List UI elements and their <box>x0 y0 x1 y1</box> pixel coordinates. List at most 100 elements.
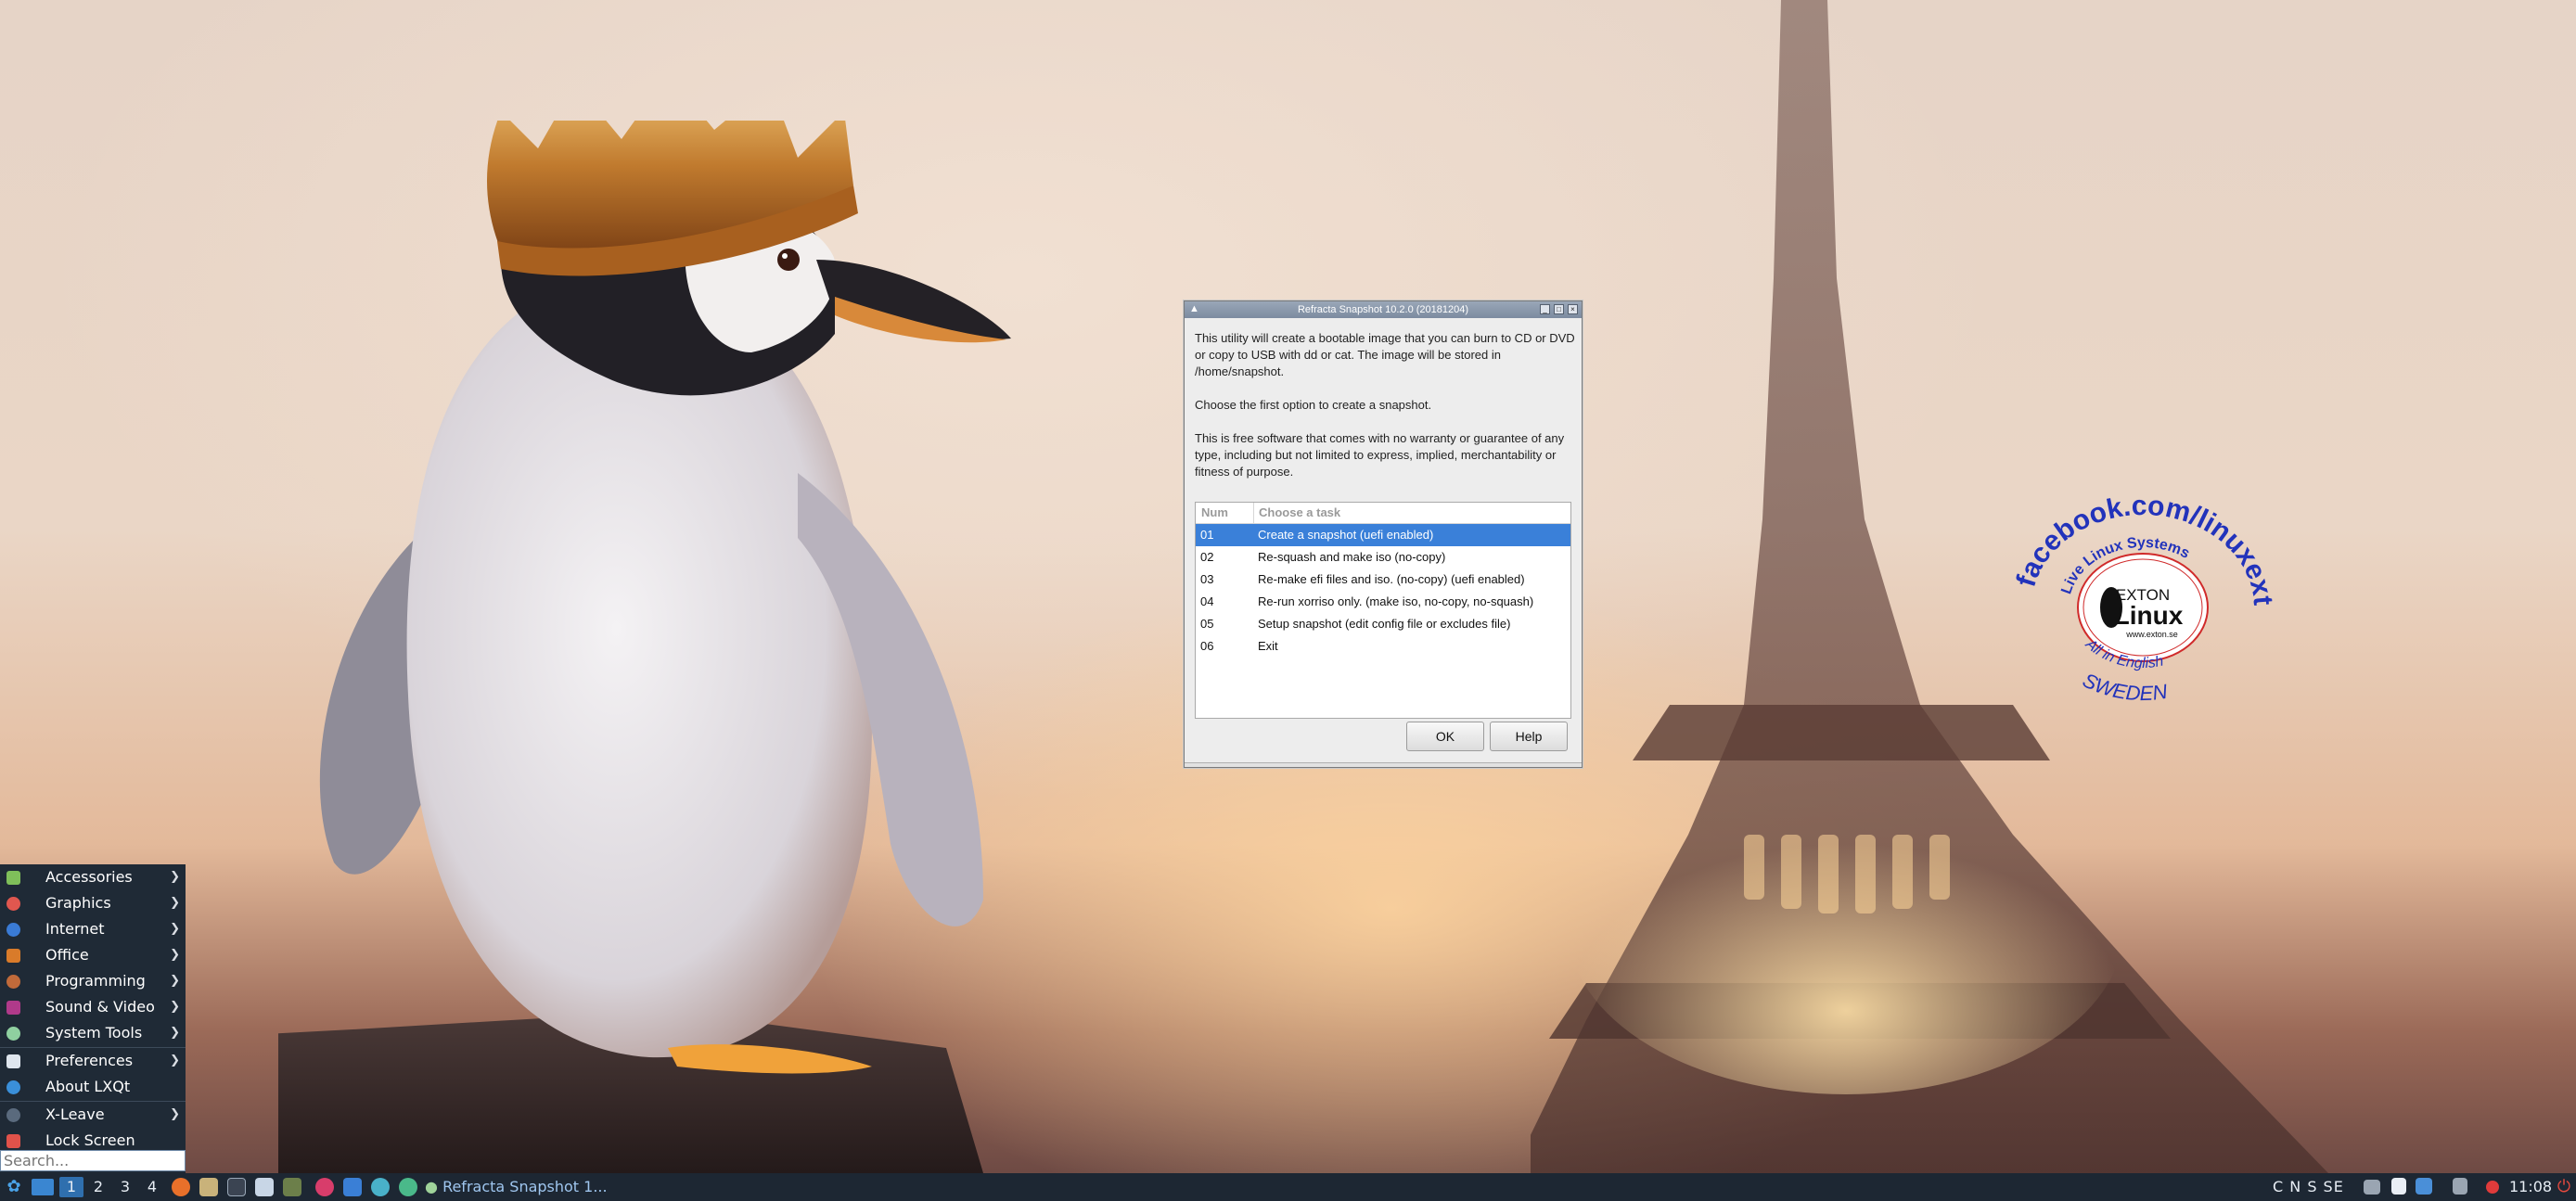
crowned-penguin-illustration <box>278 121 1011 1173</box>
internet-icon <box>6 923 20 937</box>
task-row[interactable]: 06 Exit <box>1196 635 1570 658</box>
sound-video-icon <box>6 1001 20 1015</box>
task-num: 01 <box>1200 528 1214 542</box>
task-num: 03 <box>1200 572 1214 586</box>
task-row[interactable]: 02 Re-squash and make iso (no-copy) <box>1196 546 1570 569</box>
chevron-right-icon: ❯ <box>170 922 180 936</box>
task-list[interactable]: Num Choose a task 01 Create a snapshot (… <box>1195 502 1571 719</box>
task-label: Exit <box>1258 639 1278 653</box>
workspace-2[interactable]: 2 <box>86 1177 110 1197</box>
clock[interactable]: 11:08 <box>2509 1177 2552 1197</box>
task-row[interactable]: 04 Re-run xorriso only. (make iso, no-co… <box>1196 591 1570 613</box>
start-menu[interactable]: Accessories ❯ Graphics ❯ Internet ❯ Offi… <box>0 864 186 1173</box>
menu-item-label: Accessories <box>45 868 133 886</box>
office-icon <box>6 949 20 963</box>
alert-icon[interactable] <box>2486 1181 2499 1194</box>
preferences-icon <box>6 1054 20 1068</box>
badge-arc-bottom: SWEDEN <box>2079 668 2169 705</box>
about-lxqt-icon <box>6 1080 20 1094</box>
accessories-icon <box>6 871 20 885</box>
menu-item-about-lxqt[interactable]: About LXQt <box>0 1074 186 1100</box>
column-header-num[interactable]: Num <box>1201 505 1228 519</box>
chevron-right-icon: ❯ <box>170 870 180 884</box>
task-button-refracta[interactable]: ● Refracta Snapshot 1... <box>425 1177 620 1197</box>
file-manager-icon[interactable] <box>199 1178 218 1196</box>
menu-item-programming[interactable]: Programming ❯ <box>0 968 186 994</box>
menu-item-graphics[interactable]: Graphics ❯ <box>0 890 186 916</box>
task-label: Re-make efi files and iso. (no-copy) (ue… <box>1258 572 1525 586</box>
column-header-task[interactable]: Choose a task <box>1259 505 1340 519</box>
terminal-icon[interactable] <box>227 1178 246 1196</box>
help-button[interactable]: Help <box>1490 722 1568 751</box>
menu-item-accessories[interactable]: Accessories ❯ <box>0 864 186 890</box>
media-player-icon[interactable] <box>315 1178 334 1196</box>
minimize-button[interactable]: _ <box>1540 304 1550 314</box>
display-icon[interactable] <box>2364 1180 2380 1195</box>
chevron-right-icon: ❯ <box>170 1054 180 1067</box>
task-label: Create a snapshot (uefi enabled) <box>1258 528 1434 542</box>
task-button-label: Refracta Snapshot 1... <box>442 1178 608 1195</box>
x-leave-icon <box>6 1108 20 1122</box>
dialog-titlebar[interactable]: ▲ Refracta Snapshot 10.2.0 (20181204) _ … <box>1185 301 1582 318</box>
network-tool-icon[interactable] <box>371 1178 390 1196</box>
menu-item-office[interactable]: Office ❯ <box>0 942 186 968</box>
license-paragraph: This is free software that comes with no… <box>1195 431 1565 479</box>
chevron-right-icon: ❯ <box>170 1107 180 1121</box>
power-icon[interactable]: ⏻ <box>2556 1177 2572 1197</box>
dialog-description: This utility will create a bootable imag… <box>1195 330 1577 497</box>
lock-screen-icon <box>6 1134 20 1148</box>
maximize-button[interactable]: □ <box>1554 304 1564 314</box>
keyboard-indicator[interactable]: C N S SE <box>2273 1177 2347 1197</box>
ok-button[interactable]: OK <box>1406 722 1484 751</box>
battery-icon[interactable] <box>2453 1178 2467 1195</box>
dialog-resize-edge[interactable] <box>1185 762 1582 767</box>
menu-item-x-leave[interactable]: X-Leave ❯ <box>0 1102 186 1128</box>
gear-icon[interactable] <box>399 1178 417 1196</box>
system-tools-icon <box>6 1027 20 1041</box>
task-num: 04 <box>1200 594 1214 608</box>
menu-item-label: About LXQt <box>45 1078 131 1095</box>
app-icon: ▲ <box>1189 303 1199 314</box>
workspace-3[interactable]: 3 <box>113 1177 137 1197</box>
dialog-title: Refracta Snapshot 10.2.0 (20181204) <box>1297 304 1469 315</box>
task-num: 06 <box>1200 639 1214 653</box>
menu-item-label: Preferences <box>45 1052 134 1069</box>
menu-item-label: Sound & Video <box>45 998 155 1016</box>
menu-item-preferences[interactable]: Preferences ❯ <box>0 1048 186 1074</box>
menu-item-label: Graphics <box>45 894 111 912</box>
programming-icon <box>6 975 20 989</box>
taskbar: ✿ 1 2 3 4 ● Refracta Snapshot 1... C N S… <box>0 1173 2576 1201</box>
show-desktop-icon[interactable] <box>32 1179 54 1195</box>
task-row[interactable]: 01 Create a snapshot (uefi enabled) <box>1196 524 1570 546</box>
menu-item-internet[interactable]: Internet ❯ <box>0 916 186 942</box>
menu-item-label: Internet <box>45 920 105 938</box>
task-label: Re-squash and make iso (no-copy) <box>1258 550 1446 564</box>
chevron-right-icon: ❯ <box>170 1000 180 1014</box>
settings-tool-icon[interactable] <box>283 1178 301 1196</box>
clipboard-icon[interactable] <box>2391 1178 2406 1195</box>
task-num: 02 <box>1200 550 1214 564</box>
task-row[interactable]: 03 Re-make efi files and iso. (no-copy) … <box>1196 569 1570 591</box>
graphics-icon <box>6 897 20 911</box>
task-row[interactable]: 05 Setup snapshot (edit config file or e… <box>1196 613 1570 635</box>
workspace-4[interactable]: 4 <box>140 1177 164 1197</box>
task-label: Re-run xorriso only. (make iso, no-copy,… <box>1258 594 1534 608</box>
update-icon[interactable] <box>2416 1178 2432 1195</box>
firefox-icon[interactable] <box>172 1178 190 1196</box>
start-menu-icon[interactable]: ✿ <box>4 1177 24 1197</box>
refracta-snapshot-dialog[interactable]: ▲ Refracta Snapshot 10.2.0 (20181204) _ … <box>1184 300 1583 768</box>
menu-item-system-tools[interactable]: System Tools ❯ <box>0 1020 186 1046</box>
close-button[interactable]: × <box>1568 304 1578 314</box>
text-editor-icon[interactable] <box>255 1178 274 1196</box>
chevron-right-icon: ❯ <box>170 896 180 910</box>
menu-item-label: Programming <box>45 972 146 990</box>
menu-item-label: System Tools <box>45 1024 143 1041</box>
badge-url: www.exton.se <box>2125 630 2178 639</box>
menu-search-input[interactable] <box>0 1150 186 1171</box>
workspace-1[interactable]: 1 <box>59 1177 83 1197</box>
intro-paragraph: This utility will create a bootable imag… <box>1195 331 1575 378</box>
menu-item-label: Office <box>45 946 89 964</box>
chevron-right-icon: ❯ <box>170 974 180 988</box>
menu-item-sound-video[interactable]: Sound & Video ❯ <box>0 994 186 1020</box>
download-icon[interactable] <box>343 1178 362 1196</box>
